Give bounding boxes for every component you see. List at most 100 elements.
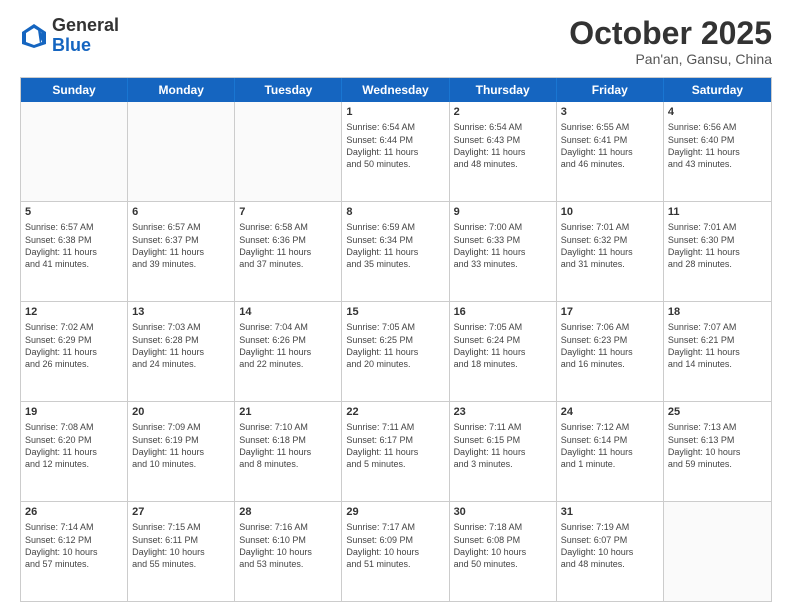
day-number: 13 [132, 305, 230, 319]
day-cell: 4 Sunrise: 6:56 AM Sunset: 6:40 PM Daylig… [664, 102, 771, 201]
day-info: Sunrise: 7:09 AM Sunset: 6:19 PM Dayligh… [132, 421, 230, 470]
day-header-monday: Monday [128, 78, 235, 102]
day-cell: 7Sunrise: 6:58 AM Sunset: 6:36 PM Daylig… [235, 202, 342, 301]
day-number: 27 [132, 505, 230, 519]
day-number: 2 [454, 105, 552, 119]
day-number: 31 [561, 505, 659, 519]
week-row-2: 5Sunrise: 6:57 AM Sunset: 6:38 PM Daylig… [21, 202, 771, 302]
logo-icon [20, 22, 48, 50]
day-cell: 19 Sunrise: 7:08 AM Sunset: 6:20 PM Dayli… [21, 402, 128, 501]
day-info: Sunrise: 6:54 AM Sunset: 6:44 PM Dayligh… [346, 121, 444, 170]
day-cell: 30Sunrise: 7:18 AM Sunset: 6:08 PM Dayli… [450, 502, 557, 601]
day-cell [664, 502, 771, 601]
day-number: 20 [132, 405, 230, 419]
day-cell: 26Sunrise: 7:14 AM Sunset: 6:12 PM Dayli… [21, 502, 128, 601]
day-info: Sunrise: 7:07 AM Sunset: 6:21 PM Dayligh… [668, 321, 767, 370]
day-number: 18 [668, 305, 767, 319]
day-cell: 3 Sunrise: 6:55 AM Sunset: 6:41 PM Daylig… [557, 102, 664, 201]
day-header-wednesday: Wednesday [342, 78, 449, 102]
day-info: Sunrise: 6:55 AM Sunset: 6:41 PM Dayligh… [561, 121, 659, 170]
day-cell: 24 Sunrise: 7:12 AM Sunset: 6:14 PM Dayli… [557, 402, 664, 501]
day-number: 16 [454, 305, 552, 319]
day-cell [128, 102, 235, 201]
day-info: Sunrise: 7:19 AM Sunset: 6:07 PM Dayligh… [561, 521, 659, 570]
day-number: 9 [454, 205, 552, 219]
day-number: 24 [561, 405, 659, 419]
calendar: SundayMondayTuesdayWednesdayThursdayFrid… [20, 77, 772, 602]
day-info: Sunrise: 7:17 AM Sunset: 6:09 PM Dayligh… [346, 521, 444, 570]
day-cell: 31 Sunrise: 7:19 AM Sunset: 6:07 PM Dayli… [557, 502, 664, 601]
title-section: October 2025 Pan'an, Gansu, China [569, 16, 772, 67]
day-cell: 17Sunrise: 7:06 AM Sunset: 6:23 PM Dayli… [557, 302, 664, 401]
day-number: 21 [239, 405, 337, 419]
day-number: 22 [346, 405, 444, 419]
day-number: 30 [454, 505, 552, 519]
day-cell: 1 Sunrise: 6:54 AM Sunset: 6:44 PM Daylig… [342, 102, 449, 201]
day-info: Sunrise: 7:01 AM Sunset: 6:32 PM Dayligh… [561, 221, 659, 270]
day-info: Sunrise: 7:05 AM Sunset: 6:24 PM Dayligh… [454, 321, 552, 370]
day-info: Sunrise: 7:00 AM Sunset: 6:33 PM Dayligh… [454, 221, 552, 270]
day-number: 1 [346, 105, 444, 119]
day-cell: 13Sunrise: 7:03 AM Sunset: 6:28 PM Dayli… [128, 302, 235, 401]
day-info: Sunrise: 7:16 AM Sunset: 6:10 PM Dayligh… [239, 521, 337, 570]
day-header-sunday: Sunday [21, 78, 128, 102]
day-number: 23 [454, 405, 552, 419]
day-cell: 11 Sunrise: 7:01 AM Sunset: 6:30 PM Dayli… [664, 202, 771, 301]
day-number: 26 [25, 505, 123, 519]
day-number: 12 [25, 305, 123, 319]
day-info: Sunrise: 7:02 AM Sunset: 6:29 PM Dayligh… [25, 321, 123, 370]
logo-blue-text: Blue [52, 36, 119, 56]
day-number: 15 [346, 305, 444, 319]
day-cell: 22Sunrise: 7:11 AM Sunset: 6:17 PM Dayli… [342, 402, 449, 501]
day-cell: 6 Sunrise: 6:57 AM Sunset: 6:37 PM Daylig… [128, 202, 235, 301]
day-cell: 16 Sunrise: 7:05 AM Sunset: 6:24 PM Dayli… [450, 302, 557, 401]
day-info: Sunrise: 7:01 AM Sunset: 6:30 PM Dayligh… [668, 221, 767, 270]
day-info: Sunrise: 6:56 AM Sunset: 6:40 PM Dayligh… [668, 121, 767, 170]
day-cell: 8Sunrise: 6:59 AM Sunset: 6:34 PM Daylig… [342, 202, 449, 301]
day-info: Sunrise: 7:04 AM Sunset: 6:26 PM Dayligh… [239, 321, 337, 370]
day-number: 4 [668, 105, 767, 119]
logo-text: General Blue [52, 16, 119, 56]
day-cell: 25 Sunrise: 7:13 AM Sunset: 6:13 PM Dayli… [664, 402, 771, 501]
day-cell: 10 Sunrise: 7:01 AM Sunset: 6:32 PM Dayli… [557, 202, 664, 301]
day-cell: 9 Sunrise: 7:00 AM Sunset: 6:33 PM Daylig… [450, 202, 557, 301]
day-header-friday: Friday [557, 78, 664, 102]
day-number: 3 [561, 105, 659, 119]
day-cell: 29Sunrise: 7:17 AM Sunset: 6:09 PM Dayli… [342, 502, 449, 601]
day-cell: 15 Sunrise: 7:05 AM Sunset: 6:25 PM Dayli… [342, 302, 449, 401]
day-info: Sunrise: 7:13 AM Sunset: 6:13 PM Dayligh… [668, 421, 767, 470]
day-info: Sunrise: 6:57 AM Sunset: 6:38 PM Dayligh… [25, 221, 123, 270]
day-cell: 28Sunrise: 7:16 AM Sunset: 6:10 PM Dayli… [235, 502, 342, 601]
week-row-1: 1 Sunrise: 6:54 AM Sunset: 6:44 PM Daylig… [21, 102, 771, 202]
day-info: Sunrise: 7:12 AM Sunset: 6:14 PM Dayligh… [561, 421, 659, 470]
day-header-saturday: Saturday [664, 78, 771, 102]
day-cell: 27Sunrise: 7:15 AM Sunset: 6:11 PM Dayli… [128, 502, 235, 601]
day-number: 11 [668, 205, 767, 219]
day-cell: 14 Sunrise: 7:04 AM Sunset: 6:26 PM Dayli… [235, 302, 342, 401]
day-number: 10 [561, 205, 659, 219]
day-number: 14 [239, 305, 337, 319]
day-number: 6 [132, 205, 230, 219]
day-cell: 2 Sunrise: 6:54 AM Sunset: 6:43 PM Daylig… [450, 102, 557, 201]
day-cell: 12 Sunrise: 7:02 AM Sunset: 6:29 PM Dayli… [21, 302, 128, 401]
day-info: Sunrise: 7:05 AM Sunset: 6:25 PM Dayligh… [346, 321, 444, 370]
day-cell: 23 Sunrise: 7:11 AM Sunset: 6:15 PM Dayli… [450, 402, 557, 501]
week-row-5: 26Sunrise: 7:14 AM Sunset: 6:12 PM Dayli… [21, 502, 771, 601]
day-cell: 20 Sunrise: 7:09 AM Sunset: 6:19 PM Dayli… [128, 402, 235, 501]
day-cell: 18 Sunrise: 7:07 AM Sunset: 6:21 PM Dayli… [664, 302, 771, 401]
calendar-body: 1 Sunrise: 6:54 AM Sunset: 6:44 PM Daylig… [21, 102, 771, 601]
week-row-4: 19 Sunrise: 7:08 AM Sunset: 6:20 PM Dayli… [21, 402, 771, 502]
day-info: Sunrise: 6:54 AM Sunset: 6:43 PM Dayligh… [454, 121, 552, 170]
page: General Blue October 2025 Pan'an, Gansu,… [0, 0, 792, 612]
week-row-3: 12 Sunrise: 7:02 AM Sunset: 6:29 PM Dayli… [21, 302, 771, 402]
day-number: 19 [25, 405, 123, 419]
day-info: Sunrise: 7:11 AM Sunset: 6:15 PM Dayligh… [454, 421, 552, 470]
day-number: 25 [668, 405, 767, 419]
day-cell: 5Sunrise: 6:57 AM Sunset: 6:38 PM Daylig… [21, 202, 128, 301]
day-number: 17 [561, 305, 659, 319]
day-info: Sunrise: 7:08 AM Sunset: 6:20 PM Dayligh… [25, 421, 123, 470]
day-info: Sunrise: 6:58 AM Sunset: 6:36 PM Dayligh… [239, 221, 337, 270]
day-info: Sunrise: 6:57 AM Sunset: 6:37 PM Dayligh… [132, 221, 230, 270]
day-number: 8 [346, 205, 444, 219]
logo: General Blue [20, 16, 119, 56]
